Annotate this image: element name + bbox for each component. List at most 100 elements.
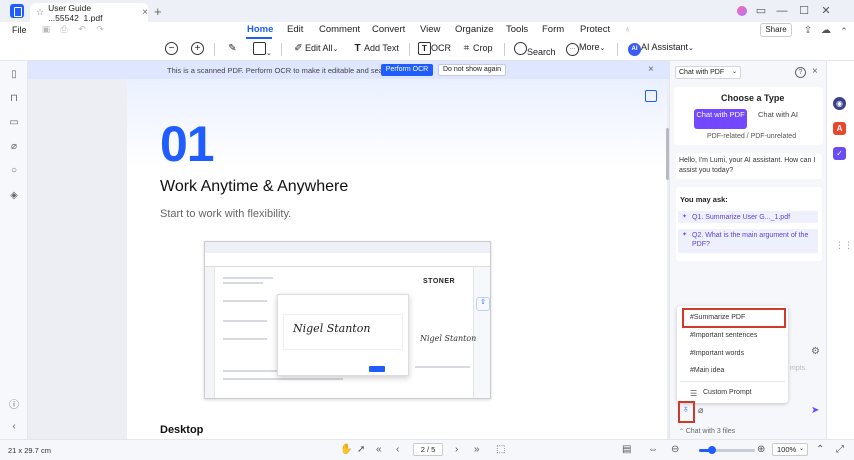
first-page-icon[interactable]: « [376,444,382,455]
save-icon[interactable]: ▣ [40,24,52,36]
chat-mode-select[interactable]: Chat with PDF ⌄ [675,66,741,79]
ocr-button[interactable]: T OCR [418,42,451,57]
pages-icon[interactable]: ▯ [8,69,20,81]
cloud-icon[interactable]: ☁ [819,24,833,38]
chat-input-placeholder[interactable]: mpts. [790,365,807,372]
tab-protect[interactable]: Protect [580,24,610,35]
tab-edit[interactable]: Edit [287,24,303,35]
tab-form[interactable]: Form [542,24,564,35]
toolbar-divider [504,43,505,56]
help-icon[interactable]: ⓘ [8,396,20,411]
hand-tool-icon[interactable]: ✋ [340,444,352,455]
prev-page-icon[interactable]: ‹ [396,444,399,455]
ai-assistant-button[interactable]: AI AI Assistant⌄ [628,42,694,57]
pdf-tool-icon[interactable]: A [833,122,846,135]
ai-assistant-icon: AI [628,42,641,56]
help-icon[interactable]: ? [795,67,806,78]
attach-icon[interactable]: ⌀ [698,405,703,416]
fit-page-icon[interactable] [645,90,657,102]
minimize-icon[interactable]: — [775,4,789,18]
zoom-in-button[interactable]: + [191,42,204,57]
maximize-icon[interactable]: ☐ [797,4,811,18]
expand-icon[interactable]: ⤢ [836,444,844,455]
file-menu[interactable]: File [12,25,27,35]
comment-icon[interactable]: ▭ [8,117,20,129]
page-number-input[interactable]: 2 / 5 [413,443,443,456]
app-logo-icon [10,4,24,18]
perform-ocr-button[interactable]: Perform OCR [381,64,433,76]
add-text-button[interactable]: T Add Text [351,42,398,57]
embed-text-line [415,366,470,368]
chat-with-pdf-button[interactable]: Chat with PDF [694,109,747,129]
edit-all-button[interactable]: ✐ Edit All⌄ [292,42,338,57]
tab-home[interactable]: Home [247,24,273,35]
zoom-level-select[interactable]: 100% ⌄ [772,443,808,456]
crop-button[interactable]: ⌗ Crop [460,42,493,57]
ai-assistant-icon[interactable]: ◉ [833,97,846,110]
more-button[interactable]: ··· More⌄ [566,42,605,57]
last-page-icon[interactable]: » [474,444,480,455]
shape-button[interactable]: ⌄ [253,42,272,57]
select-tool-icon[interactable]: ➚ [357,444,365,455]
fullscreen-icon[interactable]: ⬚ [496,444,505,455]
suggested-question-1[interactable]: Q1. Summarize User G..._1.pdf [678,211,818,223]
fit-width-icon[interactable]: ⇔ [648,444,658,455]
search-button[interactable]: Search [514,42,556,57]
tab-view[interactable]: View [420,24,440,35]
send-icon[interactable]: ➤ [811,405,819,416]
tab-comment[interactable]: Comment [319,24,360,35]
custom-prompt-item[interactable]: Custom Prompt [703,389,752,396]
collapse-up-icon[interactable]: ⌃ [816,444,824,455]
chat-with-ai-button[interactable]: Chat with AI [752,109,804,129]
tab-organize[interactable]: Organize [455,24,494,35]
zoom-slider-handle[interactable] [708,446,716,454]
lightbulb-icon[interactable]: ♁ [682,404,690,415]
custom-prompt-icon: ☰ [690,389,698,398]
upload-icon[interactable]: ⇪ [801,24,815,38]
drag-grid-icon[interactable]: ⋮⋮ [835,240,853,250]
search-panel-icon[interactable]: ○ [8,165,20,177]
edit-tool-icon[interactable]: ✓ [833,147,846,160]
zoom-out-icon[interactable]: ⊖ [671,444,679,455]
page-layout-icon[interactable]: ▤ [622,444,631,455]
panel-close-icon[interactable]: × [812,66,818,77]
sidebar-collapse-icon[interactable]: ‹ [8,421,20,433]
star-icon[interactable]: ☆ [36,7,44,18]
lightbulb-icon[interactable]: ♁ [624,24,631,35]
do-not-show-again-button[interactable]: Do not show again [438,64,506,76]
close-tab-icon[interactable]: × [142,7,148,18]
embed-titlebar [205,242,490,253]
prompt-item-words[interactable]: #Important words [690,350,744,357]
next-page-icon[interactable]: › [455,444,458,455]
banner-close-icon[interactable]: × [648,64,654,75]
highlight-button[interactable]: ✎ [226,42,239,57]
message-icon[interactable]: ▭ [754,4,768,18]
toolbar-divider [409,43,410,56]
print-icon[interactable]: ⎙ [58,24,70,36]
new-tab-button[interactable]: + [154,4,162,19]
attachment-icon[interactable]: ⌀ [8,141,20,153]
highlighter-icon: ✎ [228,43,237,54]
prompt-item-sentences[interactable]: #Important sentences [690,332,757,339]
share-button[interactable]: Share [760,23,792,37]
window-close-icon[interactable]: ✕ [819,4,833,18]
redo-icon[interactable]: ↷ [94,24,106,36]
embedded-screenshot: STONER Nigel Stanton ⇧ Nigel Stanton [204,241,491,399]
chat-files-toggle[interactable]: ⌃ Chat with 3 files [679,428,735,435]
bookmark-icon[interactable]: ⊓ [8,93,20,105]
you-may-ask-label: You may ask: [680,195,728,204]
embed-right-panel [473,267,490,398]
collapse-icon[interactable]: ⌃ [837,24,851,38]
avatar[interactable] [737,6,747,16]
prompt-item-main-idea[interactable]: #Main idea [690,367,724,374]
tab-convert[interactable]: Convert [372,24,405,35]
tab-tools[interactable]: Tools [506,24,528,35]
settings-icon[interactable]: ⚙ [811,346,820,357]
document-tab[interactable]: ☆ User Guide ...55542_1.pdf × [30,3,148,23]
zoom-in-icon[interactable]: ⊕ [757,444,765,455]
layers-icon[interactable]: ◈ [8,190,20,202]
rectangle-icon [253,42,266,55]
zoom-out-button[interactable]: − [165,42,178,57]
undo-icon[interactable]: ↶ [76,24,88,36]
suggested-question-2[interactable]: Q2. What is the main argument of the PDF… [678,229,818,253]
